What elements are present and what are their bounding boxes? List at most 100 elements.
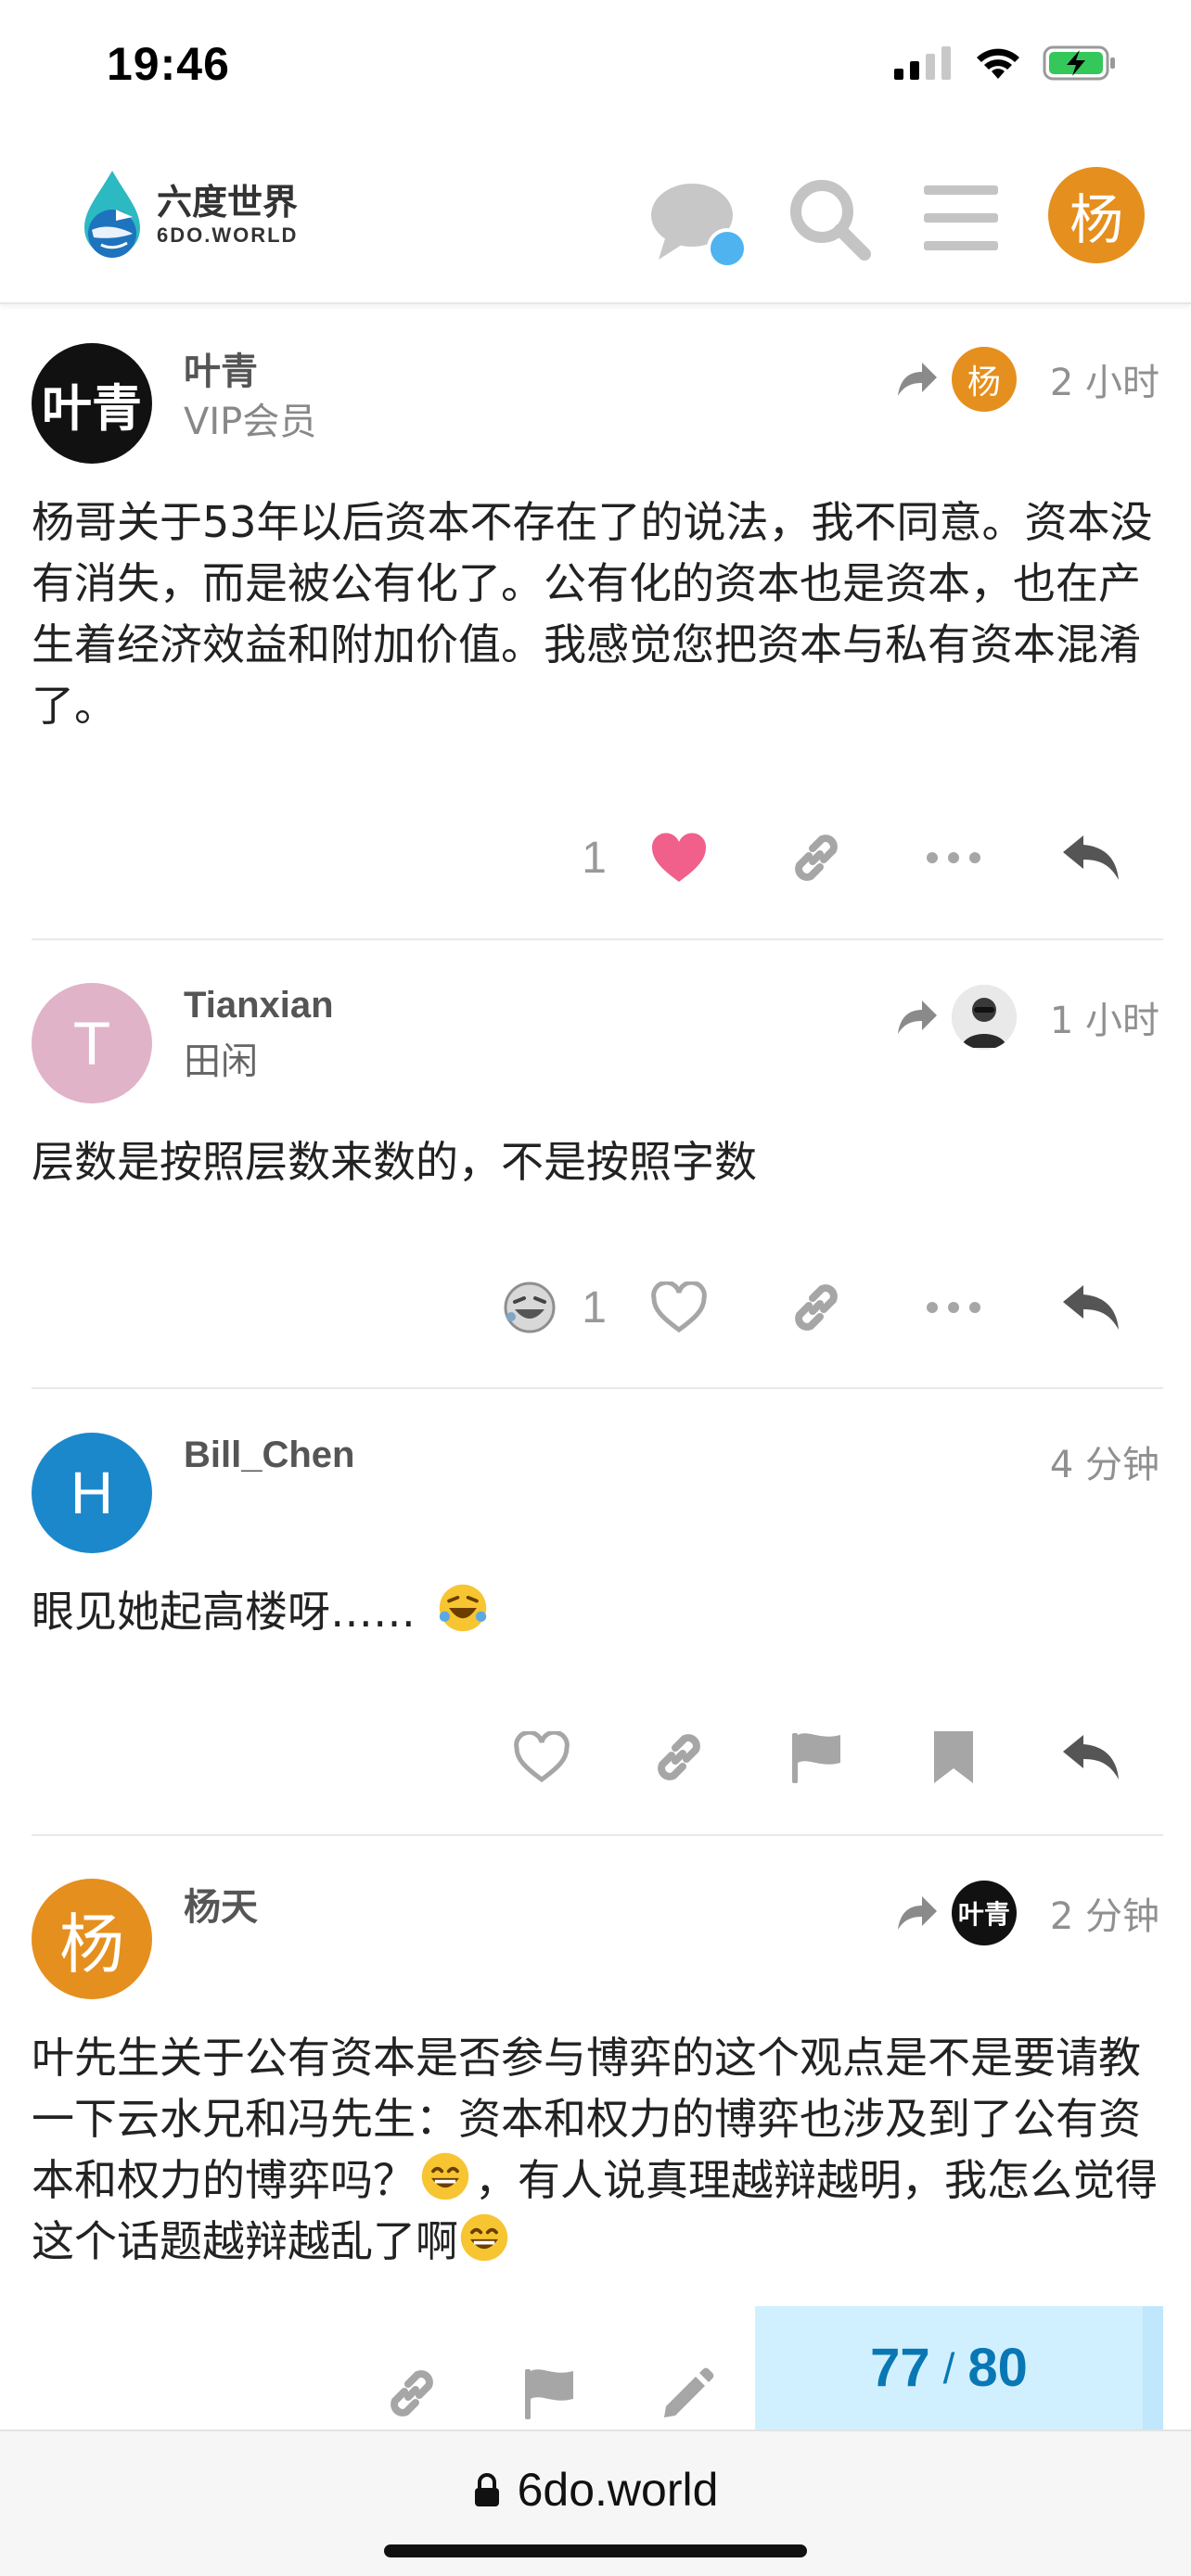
cellular-signal-icon [894, 46, 951, 80]
reply-button[interactable] [1022, 1715, 1159, 1799]
post-username[interactable]: 杨天 [184, 1877, 258, 1931]
site-logo[interactable]: 六度世界 6DO.WORLD [79, 169, 298, 261]
post-body: 眼见她起高楼呀…… [32, 1581, 1159, 1642]
laughing-reaction-icon[interactable] [502, 1280, 557, 1335]
flag-button[interactable] [748, 1715, 885, 1799]
link-icon [795, 1284, 838, 1331]
status-icons [894, 45, 1117, 82]
browser-address-bar[interactable]: 6do.world [0, 2429, 1191, 2576]
post-meta: 1 小时 [896, 985, 1159, 1050]
hamburger-menu-icon[interactable] [924, 185, 998, 250]
status-bar: 19:46 [0, 0, 1191, 139]
copy-link-button[interactable] [748, 816, 885, 899]
reaction-count[interactable]: 1 [582, 1282, 607, 1333]
avatar-text: 杨 [59, 1906, 124, 1983]
logo-globe-icon [84, 171, 140, 258]
avatar-text: 叶青 [42, 378, 142, 438]
post-time[interactable]: 2 小时 [1050, 352, 1159, 406]
like-button[interactable] [610, 816, 748, 899]
progress-total: 80 [967, 2338, 1028, 2398]
post-actions: 1 [582, 816, 1159, 899]
reply-to-arrow-icon[interactable] [896, 999, 939, 1036]
like-count[interactable]: 1 [582, 833, 607, 884]
chat-bubble-icon[interactable] [649, 176, 751, 269]
url-display[interactable]: 6do.world [0, 2463, 1191, 2517]
post-actions: 1 [502, 1266, 1159, 1349]
post-username[interactable]: Tianxian [184, 985, 334, 1027]
progress-separator: / [942, 2343, 955, 2392]
post-actions [473, 1715, 1159, 1799]
post-username[interactable]: 叶青 [184, 341, 258, 395]
heart-outline-icon [514, 1731, 570, 1783]
progress-current: 77 [870, 2338, 930, 2398]
copy-link-button[interactable] [610, 1715, 748, 1799]
wifi-icon [977, 48, 1019, 79]
flag-button[interactable] [480, 2352, 618, 2435]
post-body: 杨哥关于53年以后资本不存在了的说法，我不同意。资本没有消失，而是被公有化了。公… [32, 497, 1153, 731]
search-icon[interactable] [787, 176, 872, 261]
avatar-text: T [72, 1009, 111, 1078]
logo-chinese-name: 六度世界 [157, 182, 299, 223]
post-body: 叶先生关于公有资本是否参与博弈的这个观点是不是要请教一下云水兄和冯先生：资本和权… [32, 2027, 1159, 2272]
copy-link-button[interactable] [343, 2352, 480, 2435]
home-indicator[interactable] [384, 2544, 807, 2557]
bookmark-icon [934, 1731, 973, 1783]
avatar[interactable]: 叶青 [32, 343, 152, 464]
post-actions [343, 2352, 755, 2435]
post-time[interactable]: 2 分钟 [1050, 1886, 1159, 1940]
post-user-title: 田闲 [184, 1040, 258, 1083]
heart-filled-icon [651, 833, 707, 882]
link-icon [658, 1734, 700, 1780]
edit-button[interactable] [618, 2352, 755, 2435]
person-photo-icon [951, 985, 1017, 1050]
flag-icon [792, 1733, 840, 1783]
reply-icon [1063, 835, 1119, 880]
post-time[interactable]: 1 小时 [1050, 990, 1159, 1044]
avatar-text: H [70, 1460, 114, 1526]
current-user-avatar[interactable]: 杨 [1048, 167, 1145, 263]
post-body-text: 眼见她起高楼呀…… [32, 1587, 416, 1637]
like-button[interactable] [473, 1715, 610, 1799]
status-time: 19:46 [107, 38, 230, 90]
link-icon [795, 835, 838, 881]
like-button[interactable] [610, 1266, 748, 1349]
post-divider [32, 1834, 1163, 1836]
post-username[interactable]: Bill_Chen [184, 1435, 354, 1476]
topic-progress-indicator[interactable]: 77 / 80 [755, 2306, 1163, 2429]
flag-icon [525, 2369, 573, 2419]
reply-icon [1063, 1285, 1119, 1330]
battery-charging-icon [1043, 45, 1115, 81]
logo-text: 六度世界 6DO.WORLD [157, 185, 298, 246]
post-body: 层数是按照层数来数的，不是按照字数 [32, 1137, 757, 1187]
avatar[interactable]: T [32, 983, 152, 1103]
reply-button[interactable] [1022, 1266, 1159, 1349]
app-header: 六度世界 6DO.WORLD 杨 [0, 139, 1191, 304]
bookmark-button[interactable] [885, 1715, 1022, 1799]
more-options-button[interactable] [885, 1266, 1022, 1349]
logo-english-name: 6DO.WORLD [157, 223, 299, 247]
reply-button[interactable] [1022, 816, 1159, 899]
more-options-button[interactable] [885, 816, 1022, 899]
post-meta: 4 分钟 [1030, 1435, 1159, 1488]
reply-to-avatar[interactable] [951, 985, 1017, 1050]
url-text: 6do.world [517, 2464, 719, 2516]
reply-to-avatar[interactable]: 杨 [951, 347, 1017, 412]
copy-link-button[interactable] [748, 1266, 885, 1349]
heart-outline-icon [651, 1282, 707, 1333]
post-meta: 杨 2 小时 [896, 347, 1159, 412]
post-divider [32, 1387, 1163, 1389]
post-user-title: VIP会员 [184, 401, 317, 443]
lock-icon [474, 2473, 499, 2506]
reply-to-arrow-icon[interactable] [896, 361, 939, 398]
avatar[interactable]: 杨 [32, 1879, 152, 1999]
rofl-emoji-icon [439, 1584, 486, 1632]
reply-icon [1063, 1735, 1119, 1779]
post-meta: 叶青 2 分钟 [896, 1881, 1159, 1945]
post-time[interactable]: 4 分钟 [1050, 1435, 1159, 1488]
reply-to-avatar[interactable]: 叶青 [951, 1881, 1017, 1945]
post-divider [32, 938, 1163, 940]
ellipsis-icon [927, 852, 980, 863]
pencil-icon [664, 2367, 714, 2417]
reply-to-arrow-icon[interactable] [896, 1894, 939, 1932]
avatar[interactable]: H [32, 1433, 152, 1553]
